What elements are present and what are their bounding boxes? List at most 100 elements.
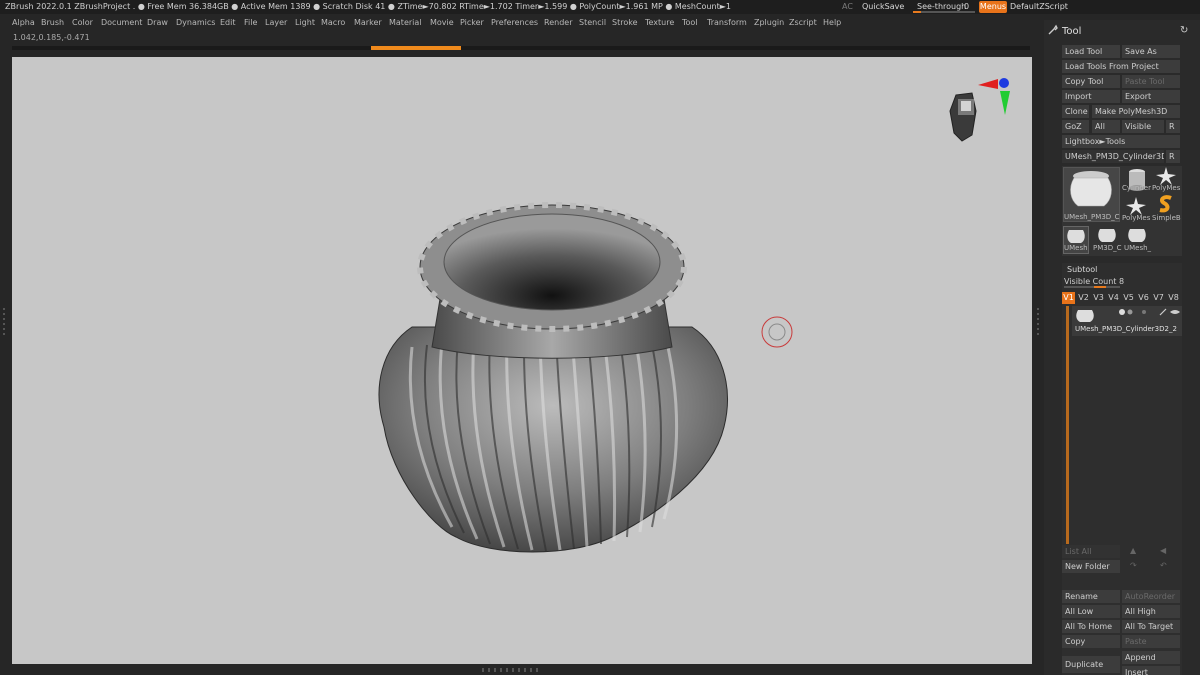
goz-all-button[interactable]: All	[1092, 120, 1120, 133]
vase-mini-icon	[1067, 230, 1085, 243]
load-tools-from-project-button[interactable]: Load Tools From Project	[1062, 60, 1180, 73]
copy-button[interactable]: Copy	[1062, 635, 1120, 648]
redo-arrow-icon[interactable]: ↷	[1130, 561, 1137, 570]
menu-bar: Alpha Brush Color Document Draw Dynamics…	[0, 14, 1040, 32]
tab-v4[interactable]: V4	[1107, 292, 1120, 304]
menu-zscript[interactable]: Zscript	[789, 18, 817, 27]
insert-button[interactable]: Insert	[1122, 666, 1180, 675]
menu-light[interactable]: Light	[295, 18, 315, 27]
duplicate-button[interactable]: Duplicate	[1062, 656, 1120, 673]
save-as-button[interactable]: Save As	[1122, 45, 1180, 58]
see-through-label: See-through	[917, 2, 967, 11]
menu-layer[interactable]: Layer	[265, 18, 287, 27]
current-tool-r-button[interactable]: R	[1166, 150, 1180, 163]
undo-arrow-icon[interactable]: ↶	[1160, 561, 1167, 570]
auto-reorder-button[interactable]: AutoReorder	[1122, 590, 1180, 603]
document-canvas[interactable]	[12, 57, 1032, 664]
lightbox-tools-button[interactable]: Lightbox►Tools	[1062, 135, 1180, 148]
rename-button[interactable]: Rename	[1062, 590, 1120, 603]
menu-marker[interactable]: Marker	[354, 18, 382, 27]
visible-count-slider[interactable]	[1064, 286, 1120, 288]
load-tool-button[interactable]: Load Tool	[1062, 45, 1120, 58]
menu-transform[interactable]: Transform	[707, 18, 747, 27]
right-tray-handle[interactable]	[1036, 305, 1040, 365]
menu-edit[interactable]: Edit	[220, 18, 236, 27]
tab-v5[interactable]: V5	[1122, 292, 1135, 304]
all-to-home-button[interactable]: All To Home	[1062, 620, 1120, 633]
subtool-list-item[interactable]: UMesh_PM3D_Cylinder3D2_2	[1072, 306, 1182, 336]
clone-button[interactable]: Clone	[1062, 105, 1089, 118]
goz-visible-button[interactable]: Visible	[1122, 120, 1164, 133]
copy-tool-button[interactable]: Copy Tool	[1062, 75, 1120, 88]
bottom-tray-handle[interactable]	[482, 668, 542, 672]
tab-v8[interactable]: V8	[1167, 292, 1180, 304]
orientation-gizmo-icon[interactable]	[942, 75, 1018, 147]
tab-v6[interactable]: V6	[1137, 292, 1150, 304]
vase-mini-icon-2[interactable]	[1095, 226, 1119, 244]
menu-color[interactable]: Color	[72, 18, 93, 27]
wrench-icon	[1048, 24, 1058, 35]
tab-v1[interactable]: V1	[1062, 292, 1075, 304]
polymesh-star-icon-2[interactable]	[1124, 196, 1148, 216]
menu-help[interactable]: Help	[823, 18, 841, 27]
menu-material[interactable]: Material	[389, 18, 422, 27]
list-all-button[interactable]: List All	[1062, 545, 1120, 558]
menu-draw[interactable]: Draw	[147, 18, 168, 27]
append-button[interactable]: Append	[1122, 651, 1180, 664]
tab-v3[interactable]: V3	[1092, 292, 1105, 304]
polymesh-star-icon[interactable]	[1154, 166, 1178, 186]
tab-v2[interactable]: V2	[1077, 292, 1090, 304]
ac-button[interactable]: AC	[842, 2, 853, 11]
all-high-button[interactable]: All High	[1122, 605, 1180, 618]
subtool-scrollbar[interactable]	[1066, 306, 1069, 544]
visible-count-fill	[1094, 286, 1106, 288]
goz-r-button[interactable]: R	[1166, 120, 1180, 133]
menu-picker[interactable]: Picker	[460, 18, 484, 27]
menu-stroke[interactable]: Stroke	[612, 18, 638, 27]
subtool-title[interactable]: Subtool	[1067, 265, 1097, 274]
current-tool-slot[interactable]: UMesh_PM3D_Cylinder3D2_2	[1062, 150, 1164, 163]
make-polymesh-button[interactable]: Make PolyMesh3D	[1092, 105, 1180, 118]
vase-mini-icon-3[interactable]	[1125, 226, 1149, 244]
simplebrush-s-icon[interactable]	[1156, 194, 1176, 214]
import-button[interactable]: Import	[1062, 90, 1120, 103]
menu-document[interactable]: Document	[101, 18, 142, 27]
menus-toggle[interactable]: Menus	[979, 1, 1007, 13]
menu-zplugin[interactable]: Zplugin	[754, 18, 784, 27]
paste-tool-button[interactable]: Paste Tool	[1122, 75, 1180, 88]
timeline-marker[interactable]	[371, 46, 461, 50]
vase-model[interactable]	[12, 57, 1032, 664]
menu-file[interactable]: File	[244, 18, 257, 27]
menu-macro[interactable]: Macro	[321, 18, 345, 27]
menu-preferences[interactable]: Preferences	[491, 18, 538, 27]
tab-v7[interactable]: V7	[1152, 292, 1165, 304]
menu-tool[interactable]: Tool	[682, 18, 698, 27]
tool-palette-header[interactable]: Tool ↻	[1044, 20, 1200, 42]
menu-texture[interactable]: Texture	[645, 18, 674, 27]
arrow-up-icon[interactable]: ▲	[1130, 546, 1136, 555]
quicksave-button[interactable]: QuickSave	[862, 2, 904, 11]
all-to-target-button[interactable]: All To Target	[1122, 620, 1180, 633]
default-zscript-button[interactable]: DefaultZScript	[1010, 2, 1068, 11]
cycle-icon[interactable]: ↻	[1180, 25, 1188, 36]
menu-dynamics[interactable]: Dynamics	[176, 18, 215, 27]
menu-movie[interactable]: Movie	[430, 18, 454, 27]
goz-button[interactable]: GoZ	[1062, 120, 1089, 133]
thumb-label-umesh-1: UMesh	[1064, 244, 1088, 252]
export-button[interactable]: Export	[1122, 90, 1180, 103]
menu-render[interactable]: Render	[544, 18, 572, 27]
menu-stencil[interactable]: Stencil	[579, 18, 606, 27]
arrow-left-icon[interactable]: ◀	[1160, 546, 1166, 555]
left-tray-handle[interactable]	[2, 305, 6, 365]
paste-button[interactable]: Paste	[1122, 635, 1180, 648]
subtool-controls-icon[interactable]	[1104, 308, 1180, 316]
cursor-coordinates: 1.042,0.185,-0.471	[13, 33, 90, 42]
all-low-button[interactable]: All Low	[1062, 605, 1120, 618]
see-through-slider[interactable]: See-through 0	[913, 1, 975, 13]
thumb-label-umesh-big: UMesh_PM3D_C	[1064, 213, 1120, 221]
menu-alpha[interactable]: Alpha	[12, 18, 35, 27]
tool-palette-title: Tool	[1062, 26, 1082, 37]
new-folder-button[interactable]: New Folder	[1062, 560, 1120, 573]
timeline-track[interactable]	[12, 46, 1030, 50]
menu-brush[interactable]: Brush	[41, 18, 64, 27]
